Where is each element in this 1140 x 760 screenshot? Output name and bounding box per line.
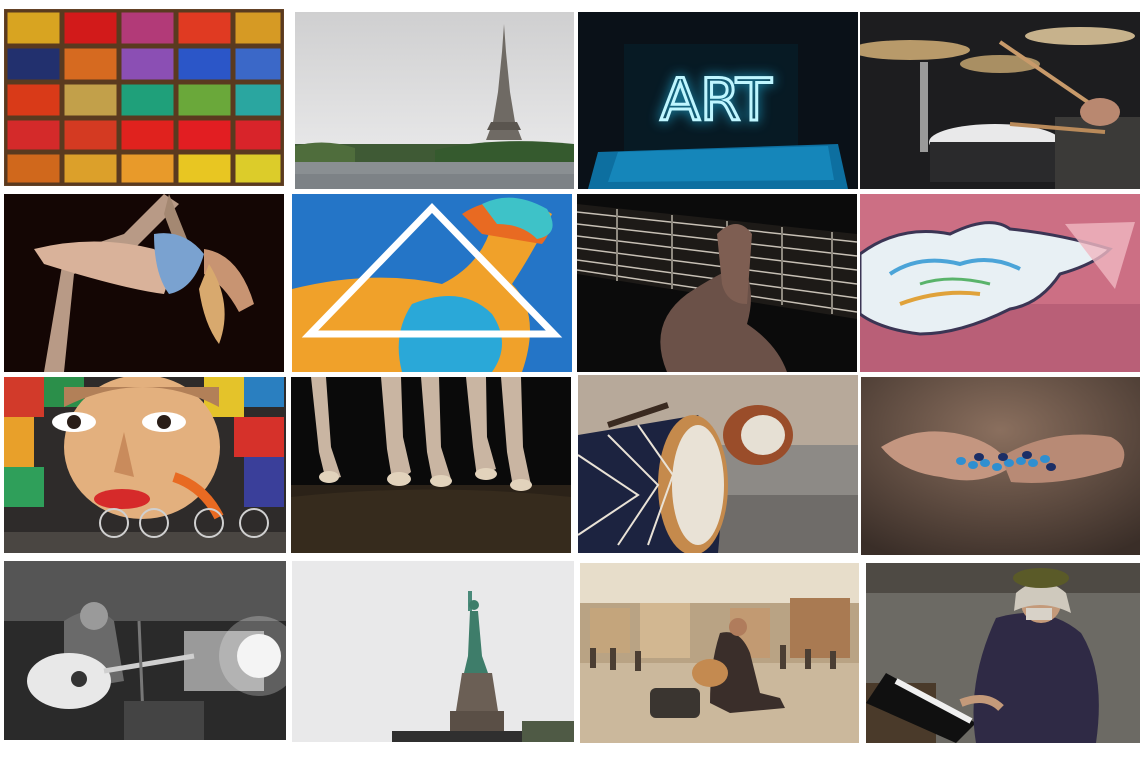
drum-kit-photo <box>860 12 1140 189</box>
statue-of-liberty-photo <box>292 561 574 742</box>
street-guitarist-photo <box>580 563 859 743</box>
neon-art-text: ART <box>660 66 772 134</box>
aerial-silks-photo <box>4 194 284 372</box>
ballet-feet-photo <box>291 377 571 553</box>
old-pianist-photo <box>866 563 1140 743</box>
eiffel-tower-photo <box>295 12 574 189</box>
triangle-mural-photo <box>292 194 572 372</box>
hand-drums-photo <box>578 375 858 553</box>
neon-art-sign-photo: ART <box>578 12 858 189</box>
hands-blue-beads-photo <box>861 377 1140 555</box>
pigment-trays-photo <box>4 9 284 186</box>
graffiti-face-mural-photo <box>4 377 286 553</box>
painted-hand-photo <box>860 194 1140 372</box>
guitar-fretboard-photo <box>577 194 857 372</box>
guitarist-bw-photo <box>4 561 286 740</box>
photo-collage-grid: ART <box>0 0 1140 760</box>
